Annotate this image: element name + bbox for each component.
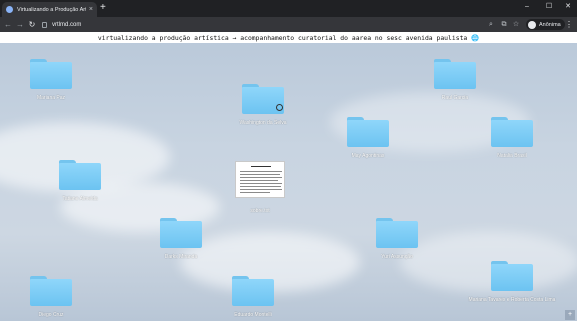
desktop-page: virtualizando a produção artística → aco… (0, 32, 577, 321)
folder-label[interactable]: Darks Miranda (136, 254, 226, 260)
folder-label[interactable]: Diego Cruz (6, 312, 96, 318)
reload-icon[interactable]: ↻ (27, 19, 37, 30)
folder-icon[interactable] (376, 218, 418, 248)
url-text[interactable]: vrtlmd.com (52, 22, 81, 28)
folder-label[interactable]: Natalia Brasil (467, 153, 557, 159)
folder-label[interactable]: May Agontinas (323, 153, 413, 159)
bookmark-star-icon[interactable]: ☆ (511, 19, 521, 30)
folder-icon[interactable] (232, 276, 274, 306)
folder-label[interactable]: Mariana Tavares e Roberta Costa Lima (467, 297, 557, 303)
close-window-icon[interactable]: ✕ (561, 2, 575, 12)
browser-tab-strip: Virtualizando a Produção Artística × + –… (0, 0, 577, 17)
folder-icon[interactable] (30, 276, 72, 306)
incognito-avatar-icon (528, 20, 536, 29)
address-bar[interactable]: vrtlmd.com (42, 19, 482, 30)
tab-title: Virtualizando a Produção Artística (17, 6, 86, 13)
folder-label[interactable]: Washington da Selva (218, 120, 308, 126)
forward-icon[interactable]: → (15, 19, 25, 30)
folder-icon[interactable] (160, 218, 202, 248)
folder-icon[interactable] (491, 117, 533, 147)
page-banner: virtualizando a produção artística → aco… (0, 32, 577, 43)
folder-icon[interactable] (347, 117, 389, 147)
folder-icon[interactable] (59, 160, 101, 190)
folder-icon[interactable] (30, 59, 72, 89)
browser-toolbar: ← → ↻ vrtlmd.com ⌕ ⧉ ☆ Anônima ⋮ (0, 17, 577, 32)
maximize-window-icon[interactable]: ☐ (542, 2, 556, 12)
lock-icon[interactable] (42, 21, 47, 28)
folder-label[interactable]: Raul Garcia (410, 95, 500, 101)
banner-text: virtualizando a produção artística → aco… (97, 33, 480, 42)
new-tab-button[interactable]: + (100, 3, 106, 13)
folder-label[interactable]: Eduardo Montelli (208, 312, 298, 318)
search-icon[interactable]: ⌕ (486, 19, 496, 30)
back-icon[interactable]: ← (3, 19, 13, 30)
corner-add-button[interactable]: + (565, 310, 575, 320)
minimize-window-icon[interactable]: – (520, 2, 534, 12)
pointer-cursor-icon (276, 104, 283, 111)
folder-icon[interactable] (434, 59, 476, 89)
folder-icon[interactable] (491, 261, 533, 291)
close-tab-icon[interactable]: × (89, 6, 93, 13)
folder-label[interactable]: Yuri Assunção (352, 254, 442, 260)
folder-label[interactable]: Mariana Paz (6, 95, 96, 101)
cast-icon[interactable]: ⧉ (499, 19, 509, 30)
profile-name: Anônima (539, 21, 561, 28)
site-favicon-icon (6, 6, 13, 13)
folder-label[interactable]: Tatiane Almeida (35, 196, 125, 202)
profile-button[interactable]: Anônima (526, 19, 565, 30)
document-thumbnail[interactable] (235, 161, 285, 198)
browser-tab[interactable]: Virtualizando a Produção Artística × (2, 2, 97, 17)
browser-menu-icon[interactable]: ⋮ (565, 19, 573, 30)
document-label[interactable]: sobre.txt (215, 208, 305, 214)
cloud-shape (400, 232, 577, 292)
